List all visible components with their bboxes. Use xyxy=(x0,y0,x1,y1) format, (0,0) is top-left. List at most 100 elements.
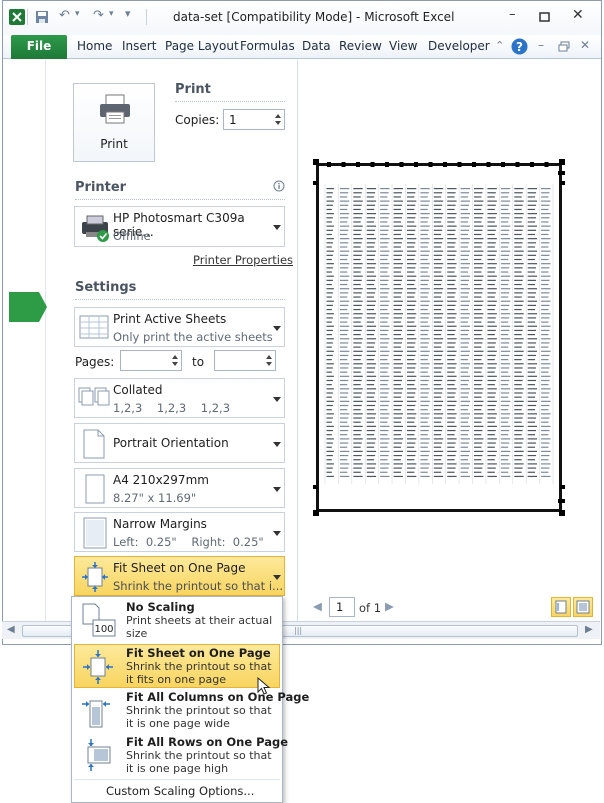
next-page-icon[interactable]: ▶ xyxy=(385,599,394,613)
fit-sheet-icon xyxy=(83,650,113,684)
workbook-minimize-button[interactable]: – xyxy=(538,38,544,52)
margin-handles[interactable] xyxy=(313,159,565,516)
title-bar: ↶ ▾ ↷ ▾ ▾ data-set [Compatibility Mode] … xyxy=(3,1,601,35)
menu-item-fit-columns[interactable]: Fit All Columns on One Page Shrink the p… xyxy=(74,689,309,733)
zoom-to-page-button[interactable] xyxy=(573,597,593,617)
no-scaling-icon: 100 xyxy=(82,603,116,637)
tab-formulas[interactable]: Formulas xyxy=(240,39,295,53)
print-what-title: Print Active Sheets xyxy=(113,312,227,326)
scaling-dropdown[interactable]: Fit Sheet on One Page Shrink the printou… xyxy=(74,556,285,596)
excel-logo-icon[interactable] xyxy=(9,9,25,25)
excel-window: ↶ ▾ ↷ ▾ ▾ data-set [Compatibility Mode] … xyxy=(2,0,602,645)
previous-page-icon[interactable]: ◀ xyxy=(313,599,322,613)
paper-desc: 8.27" x 11.69" xyxy=(113,491,197,505)
collate-title: Collated xyxy=(113,383,163,397)
tab-page-layout[interactable]: Page Layout xyxy=(165,39,239,53)
menu-item-fit-sheet[interactable]: Fit Sheet on One Page Shrink the printou… xyxy=(74,644,280,688)
printer-device-icon xyxy=(82,215,109,242)
printer-dropdown[interactable]: HP Photosmart C309a serie... Offline xyxy=(74,206,285,247)
window-title: data-set [Compatibility Mode] - Microsof… xyxy=(173,10,455,24)
show-margins-button[interactable] xyxy=(551,597,571,617)
printer-status: Offline xyxy=(113,229,151,243)
workbook-close-button[interactable]: ✕ xyxy=(580,38,590,52)
no-scaling-icon-text: 100 xyxy=(94,624,113,635)
page-number-value: 1 xyxy=(336,600,344,614)
save-icon[interactable] xyxy=(35,10,49,24)
sheets-icon xyxy=(79,315,109,339)
redo-dropdown-icon[interactable]: ▾ xyxy=(109,9,114,19)
paper-size-dropdown[interactable]: A4 210x297mm 8.27" x 11.69" xyxy=(74,468,285,508)
chevron-down-icon xyxy=(273,575,281,580)
pages-from-spinner[interactable] xyxy=(120,350,182,371)
print-section-title: Print xyxy=(175,82,211,97)
print-what-desc: Only print the active sheets xyxy=(113,330,273,344)
info-icon[interactable] xyxy=(273,180,285,192)
svg-text:?: ? xyxy=(516,40,523,54)
close-button[interactable]: ✕ xyxy=(572,7,584,23)
scroll-right-icon[interactable]: ▶ xyxy=(585,624,593,635)
collated-icon xyxy=(78,387,110,406)
fit-rows-icon xyxy=(87,739,111,771)
no-scaling-desc: Print sheets at their actual size xyxy=(126,614,273,640)
fit-columns-title: Fit All Columns on One Page xyxy=(126,690,310,704)
workbook-restore-button[interactable] xyxy=(558,41,570,52)
orientation-dropdown[interactable]: Portrait Orientation xyxy=(74,423,285,463)
copies-label: Copies: xyxy=(175,113,220,127)
help-icon[interactable]: ? xyxy=(511,38,528,55)
minimize-button[interactable]: – xyxy=(509,7,516,22)
scaling-title: Fit Sheet on One Page xyxy=(113,561,246,575)
print-settings-panel: Print Print Copies: 1 Printer HP Photosm… xyxy=(47,60,297,622)
copies-spinner[interactable]: 1 xyxy=(223,109,285,130)
menu-item-no-scaling[interactable]: 100 No Scaling Print sheets at their act… xyxy=(74,599,280,643)
chevron-down-icon xyxy=(273,531,281,536)
chevron-down-icon xyxy=(273,225,281,230)
orientation-title: Portrait Orientation xyxy=(113,436,229,450)
print-button[interactable]: Print xyxy=(73,83,155,162)
portrait-page-icon xyxy=(83,429,105,459)
margins-dropdown[interactable]: Narrow Margins Left: 0.25" Right: 0.25" xyxy=(74,512,285,552)
collate-dropdown[interactable]: Collated 1,2,3 1,2,3 1,2,3 xyxy=(74,378,285,418)
chevron-down-icon xyxy=(273,326,281,331)
copies-value: 1 xyxy=(229,113,237,127)
margins-desc: Left: 0.25" Right: 0.25" xyxy=(113,535,264,549)
tab-developer[interactable]: Developer xyxy=(428,39,490,53)
collate-desc: 1,2,3 1,2,3 1,2,3 xyxy=(113,401,231,415)
scaling-desc: Shrink the printout so that i... xyxy=(113,579,284,593)
customize-toolbar-icon[interactable]: ▾ xyxy=(125,7,131,20)
printer-icon xyxy=(100,94,130,124)
fit-columns-icon xyxy=(82,700,110,728)
print-what-dropdown[interactable]: Print Active Sheets Only print the activ… xyxy=(74,307,285,347)
chevron-down-icon xyxy=(273,487,281,492)
backstage-nav xyxy=(4,60,47,622)
tab-file[interactable]: File xyxy=(11,35,67,59)
tab-view[interactable]: View xyxy=(389,39,417,53)
undo-icon[interactable]: ↶ xyxy=(59,8,70,23)
pages-to-spinner[interactable] xyxy=(214,350,276,371)
print-button-label: Print xyxy=(100,137,128,151)
fit-sheet-title: Fit Sheet on One Page xyxy=(126,646,271,660)
tab-review[interactable]: Review xyxy=(339,39,382,53)
menu-item-fit-rows[interactable]: Fit All Rows on One Page Shrink the prin… xyxy=(74,734,288,778)
tab-insert[interactable]: Insert xyxy=(122,39,156,53)
no-scaling-title: No Scaling xyxy=(126,600,195,614)
printer-properties-link[interactable]: Printer Properties xyxy=(193,253,293,267)
minimize-ribbon-icon[interactable]: ⌃ xyxy=(495,39,504,52)
pages-label: Pages: xyxy=(75,355,115,369)
margins-title: Narrow Margins xyxy=(113,517,207,531)
chevron-down-icon xyxy=(273,442,281,447)
scroll-left-icon[interactable]: ◀ xyxy=(7,624,15,635)
printer-section-title: Printer xyxy=(75,180,127,195)
maximize-button[interactable] xyxy=(539,12,550,22)
grip-icon: ||| xyxy=(294,626,303,635)
page-number-input[interactable]: 1 xyxy=(329,597,355,617)
chevron-down-icon xyxy=(273,397,281,402)
custom-scaling-options[interactable]: Custom Scaling Options... xyxy=(106,784,254,798)
page-count-label: of 1 xyxy=(359,601,382,615)
redo-icon[interactable]: ↷ xyxy=(93,8,104,23)
tab-home[interactable]: Home xyxy=(77,39,112,53)
paper-icon xyxy=(85,474,105,504)
undo-dropdown-icon[interactable]: ▾ xyxy=(75,9,80,19)
fit-sheet-desc: Shrink the printout so that it fits on o… xyxy=(126,660,272,686)
margins-icon xyxy=(83,517,107,549)
tab-data[interactable]: Data xyxy=(302,39,331,53)
